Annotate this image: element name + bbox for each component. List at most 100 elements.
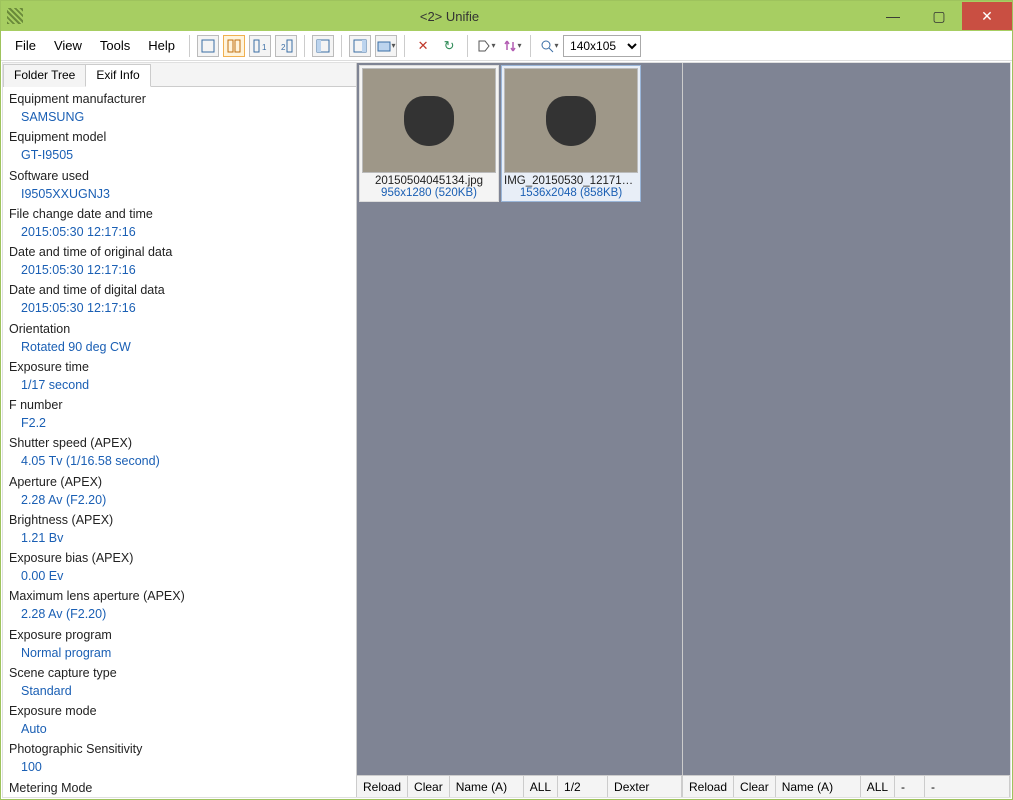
exif-row: Exposure programNormal program [5, 625, 356, 663]
content-area: Folder Tree Exif Info Equipment manufact… [2, 62, 1011, 798]
path-indicator: - [925, 776, 1010, 797]
sort-indicator[interactable]: Name (A) [450, 776, 524, 797]
panel-toggle-a-icon[interactable] [312, 35, 334, 57]
exif-label: Date and time of digital data [9, 281, 352, 299]
right-panel: Reload Clear Name (A) ALL - - [683, 63, 1010, 797]
exif-value: Standard [9, 682, 352, 700]
exif-value: 1/17 second [9, 376, 352, 394]
clear-button[interactable]: Clear [408, 776, 450, 797]
exif-value: GT-I9505 [9, 146, 352, 164]
layout-single-icon[interactable] [197, 35, 219, 57]
refresh-icon[interactable]: ↻ [438, 35, 460, 57]
exif-value: 4.05 Tv (1/16.58 second) [9, 452, 352, 470]
thumbnail-meta: 956x1280 (520KB) [381, 187, 477, 199]
layout-right-icon[interactable]: 2 [275, 35, 297, 57]
menu-help[interactable]: Help [140, 34, 183, 57]
thumbnail-meta: 1536x2048 (858KB) [520, 187, 622, 199]
reload-button[interactable]: Reload [683, 776, 734, 797]
exif-label: Shutter speed (APEX) [9, 434, 352, 452]
exif-value: 2015:05:30 12:17:16 [9, 261, 352, 279]
chevron-down-icon: ▾ [518, 41, 522, 50]
exif-row: Brightness (APEX)1.21 Bv [5, 510, 356, 548]
exif-label: Exposure time [9, 358, 352, 376]
exif-row: Date and time of digital data2015:05:30 … [5, 280, 356, 318]
tab-folder-tree[interactable]: Folder Tree [3, 64, 86, 87]
exif-row: F numberF2.2 [5, 395, 356, 433]
menu-view[interactable]: View [46, 34, 90, 57]
left-tabs: Folder Tree Exif Info [3, 63, 356, 87]
exif-row: Date and time of original data2015:05:30… [5, 242, 356, 280]
exif-row: Equipment modelGT-I9505 [5, 127, 356, 165]
delete-icon[interactable]: ✕ [412, 35, 434, 57]
preview-area[interactable] [683, 63, 1010, 775]
clear-button[interactable]: Clear [734, 776, 776, 797]
thumbnail-image[interactable] [504, 68, 638, 173]
exif-row: Maximum lens aperture (APEX)2.28 Av (F2.… [5, 586, 356, 624]
exif-row: Exposure modeAuto [5, 701, 356, 739]
exif-row: Equipment manufacturerSAMSUNG [5, 89, 356, 127]
exif-row: Metering ModeCenterWeightedAverage [5, 778, 356, 798]
sort-indicator[interactable]: Name (A) [776, 776, 861, 797]
sort-icon[interactable]: ▾ [501, 35, 523, 57]
exif-label: Software used [9, 167, 352, 185]
exif-label: Aperture (APEX) [9, 473, 352, 491]
menu-tools[interactable]: Tools [92, 34, 138, 57]
exif-row: Photographic Sensitivity100 [5, 739, 356, 777]
titlebar[interactable]: <2> Unifie — ▢ ✕ [1, 1, 1012, 31]
filter-indicator[interactable]: ALL [861, 776, 895, 797]
exif-label: Maximum lens aperture (APEX) [9, 587, 352, 605]
exif-row: Scene capture typeStandard [5, 663, 356, 701]
exif-row: Software usedI9505XXUGNJ3 [5, 166, 356, 204]
maximize-button[interactable]: ▢ [916, 2, 962, 30]
exif-value: Normal program [9, 644, 352, 662]
exif-value: Auto [9, 720, 352, 738]
menubar: File View Tools Help 1 2 ▾ ✕ ↻ ▾ ▾ ▾ 140… [1, 31, 1012, 61]
tag-icon[interactable]: ▾ [475, 35, 497, 57]
exif-row: Aperture (APEX)2.28 Av (F2.20) [5, 472, 356, 510]
exif-value: Rotated 90 deg CW [9, 338, 352, 356]
window-title: <2> Unifie [29, 9, 870, 24]
thumbnail-filename: IMG_20150530_121717.jpg [504, 175, 638, 187]
panel-toggle-b-icon[interactable] [349, 35, 371, 57]
thumbnail-filename: 20150504045134.jpg [375, 175, 483, 187]
minimize-button[interactable]: — [870, 2, 916, 30]
thumbnail-card[interactable]: 20150504045134.jpg956x1280 (520KB) [359, 65, 499, 202]
right-status-bar: Reload Clear Name (A) ALL - - [683, 775, 1010, 797]
chevron-down-icon: ▾ [392, 41, 396, 50]
close-button[interactable]: ✕ [962, 2, 1012, 30]
exif-value: 0.00 Ev [9, 567, 352, 585]
exif-value: 2015:05:30 12:17:16 [9, 299, 352, 317]
exif-label: Date and time of original data [9, 243, 352, 261]
exif-list[interactable]: Equipment manufacturerSAMSUNGEquipment m… [3, 87, 356, 797]
exif-value: F2.2 [9, 414, 352, 432]
left-panel: Folder Tree Exif Info Equipment manufact… [3, 63, 357, 797]
middle-panel: 20150504045134.jpg956x1280 (520KB)IMG_20… [357, 63, 683, 797]
exif-label: Scene capture type [9, 664, 352, 682]
exif-value: SAMSUNG [9, 108, 352, 126]
exif-row: Exposure time1/17 second [5, 357, 356, 395]
reload-button[interactable]: Reload [357, 776, 408, 797]
filter-indicator[interactable]: ALL [524, 776, 558, 797]
exif-row: File change date and time2015:05:30 12:1… [5, 204, 356, 242]
layout-left-icon[interactable]: 1 [249, 35, 271, 57]
separator [404, 35, 405, 57]
window-mode-icon[interactable]: ▾ [375, 35, 397, 57]
thumbnail-grid[interactable]: 20150504045134.jpg956x1280 (520KB)IMG_20… [357, 63, 682, 775]
search-icon[interactable]: ▾ [538, 35, 560, 57]
thumbnail-card[interactable]: IMG_20150530_121717.jpg1536x2048 (858KB) [501, 65, 641, 202]
app-window: <2> Unifie — ▢ ✕ File View Tools Help 1 … [0, 0, 1013, 800]
exif-label: Equipment manufacturer [9, 90, 352, 108]
thumbnail-image[interactable] [362, 68, 496, 173]
svg-text:1: 1 [262, 43, 267, 52]
exif-label: F number [9, 396, 352, 414]
separator [189, 35, 190, 57]
exif-value: 2015:05:30 12:17:16 [9, 223, 352, 241]
layout-dual-icon[interactable] [223, 35, 245, 57]
exif-label: Exposure program [9, 626, 352, 644]
exif-value: 1.21 Bv [9, 529, 352, 547]
tab-exif-info[interactable]: Exif Info [85, 64, 150, 87]
thumbnail-size-select[interactable]: 140x105 [563, 35, 641, 57]
exif-label: Exposure bias (APEX) [9, 549, 352, 567]
exif-value: 2.28 Av (F2.20) [9, 605, 352, 623]
menu-file[interactable]: File [7, 34, 44, 57]
